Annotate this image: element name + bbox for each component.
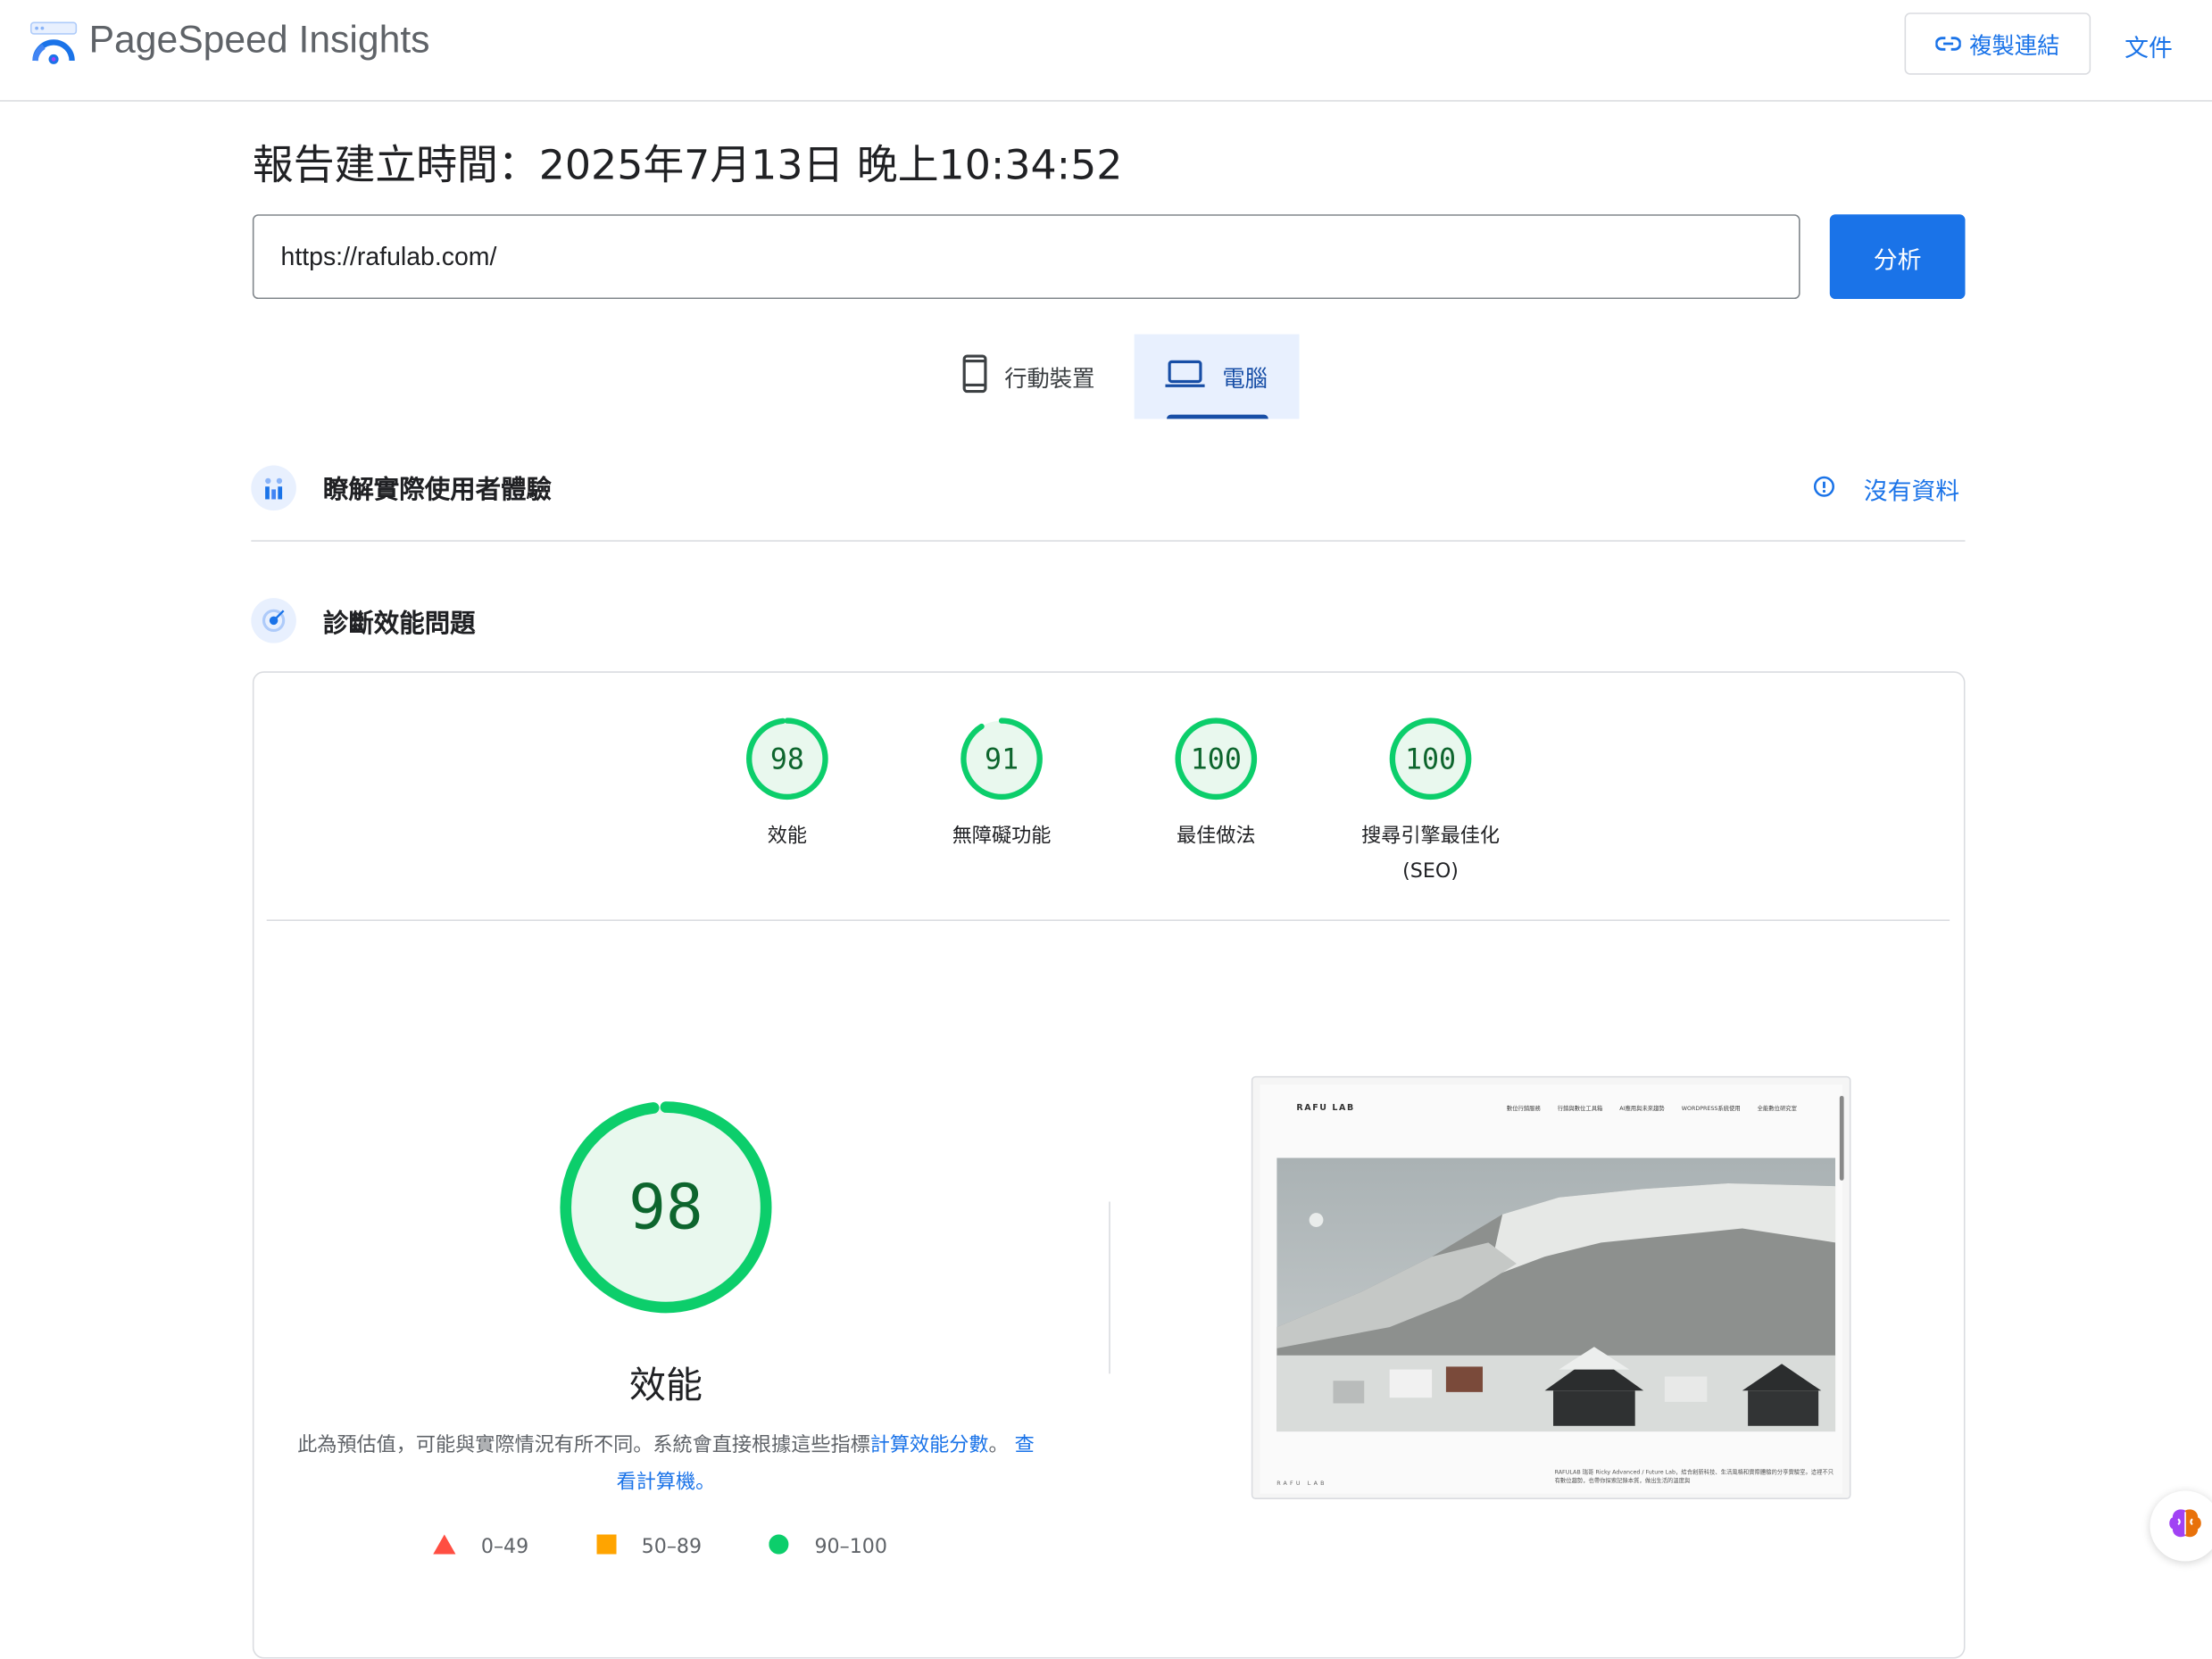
description-separator: 。 (988, 1434, 1009, 1457)
analyze-button[interactable]: 分析 (1829, 214, 1966, 300)
score-gauge-accessibility[interactable]: 91 (960, 717, 1044, 807)
screenshot-hero-image (1276, 1157, 1836, 1432)
screenshot-page: RAFU LAB 數位行銷服務 行銷與數位工具箱 AI應用與未來趨勢 WORDP… (1260, 1084, 1844, 1494)
score-label-seo-line2: (SEO) (1402, 860, 1459, 883)
tab-desktop-label: 電腦 (1222, 365, 1268, 393)
lighthouse-icon (251, 598, 296, 643)
score-value: 98 (769, 742, 804, 776)
screenshot-nav-item: 行銷與數位工具箱 (1557, 1104, 1603, 1112)
copy-link-label: 複製連結 (1969, 32, 2060, 60)
tab-mobile[interactable]: 行動裝置 (923, 335, 1135, 419)
laptop-icon (1166, 360, 1206, 394)
screenshot-logo: RAFU LAB (1296, 1102, 1355, 1113)
link-icon (1934, 30, 1962, 57)
legend-range: 90–100 (814, 1536, 887, 1559)
score-value: 100 (1404, 742, 1457, 776)
score-gauge-performance[interactable]: 98 (744, 717, 829, 807)
legend-range: 0–49 (480, 1536, 529, 1559)
screenshot-nav-item: AI應用與未來趨勢 (1619, 1104, 1665, 1112)
tab-active-indicator (1166, 414, 1268, 419)
diagnose-section-title: 診斷效能問題 (322, 609, 476, 639)
screenshot-nav-item: 數位行銷服務 (1506, 1104, 1541, 1112)
tab-mobile-label: 行動裝置 (1004, 365, 1095, 393)
pagespeed-logo-icon[interactable] (29, 21, 78, 72)
card-divider (266, 919, 1950, 922)
docs-link[interactable]: 文件 (2125, 29, 2173, 64)
screenshot-nav-item: WORDPRESS系統使用 (1681, 1104, 1741, 1112)
score-label-accessibility[interactable]: 無障礙功能 (902, 819, 1100, 855)
score-gauge-best-practices[interactable]: 100 (1174, 717, 1259, 807)
report-created-time: 報告建立時間：2025年7月13日 晚上10:34:52 (252, 141, 1123, 189)
score-label-seo[interactable]: 搜尋引擎最佳化 (SEO) (1332, 819, 1529, 890)
assistant-button[interactable] (2150, 1490, 2212, 1562)
screenshot-footer-logo: RAFU LAB (1276, 1479, 1327, 1487)
performance-description: 此為預估值，可能與實際情況有所不同。系統會直接根據這些指標計算效能分數。 查看計… (296, 1427, 1035, 1500)
copy-link-button[interactable]: 複製連結 (1904, 12, 2091, 75)
brain-icon (2166, 1506, 2203, 1546)
final-screenshot[interactable]: RAFU LAB 數位行銷服務 行銷與數位工具箱 AI應用與未來趨勢 WORDP… (1251, 1075, 1851, 1499)
screenshot-nav: 數位行銷服務 行銷與數位工具箱 AI應用與未來趨勢 WORDPRESS系統使用 … (1507, 1104, 1797, 1112)
score-label-best-practices[interactable]: 最佳做法 (1118, 819, 1315, 855)
crux-section-title: 瞭解實際使用者體驗 (322, 475, 552, 505)
score-label-seo-line1: 搜尋引擎最佳化 (1361, 825, 1500, 848)
crux-no-data-status[interactable]: 沒有資料 (1864, 471, 1959, 507)
score-label-performance[interactable]: 效能 (688, 819, 886, 855)
legend-range: 50–89 (641, 1536, 703, 1559)
users-chart-icon (251, 465, 296, 511)
url-input[interactable] (252, 214, 1800, 300)
score-value: 91 (985, 742, 1019, 776)
score-gauge-seo[interactable]: 100 (1388, 717, 1473, 807)
tab-desktop[interactable]: 電腦 (1134, 334, 1300, 419)
screenshot-scrollbar (1839, 1095, 1844, 1181)
performance-label: 效能 (628, 1365, 703, 1408)
description-text: 此為預估值，可能與實際情況有所不同。系統會直接根據這些指標 (297, 1434, 870, 1457)
screenshot-footer-text: RAFULAB 瑞哥 Ricky Advanced / Future Lab，結… (1554, 1468, 1834, 1484)
screenshot-nav-item: 全能數位研究室 (1757, 1104, 1797, 1112)
info-icon[interactable] (1813, 476, 1835, 504)
app-title[interactable]: PageSpeed Insights (89, 19, 430, 62)
vertical-divider (1109, 1201, 1110, 1374)
phone-icon (962, 354, 987, 400)
score-value: 100 (1190, 742, 1242, 776)
score-calc-link[interactable]: 計算效能分數 (870, 1434, 989, 1456)
section-divider (251, 540, 1966, 542)
performance-score: 98 (628, 1171, 703, 1244)
